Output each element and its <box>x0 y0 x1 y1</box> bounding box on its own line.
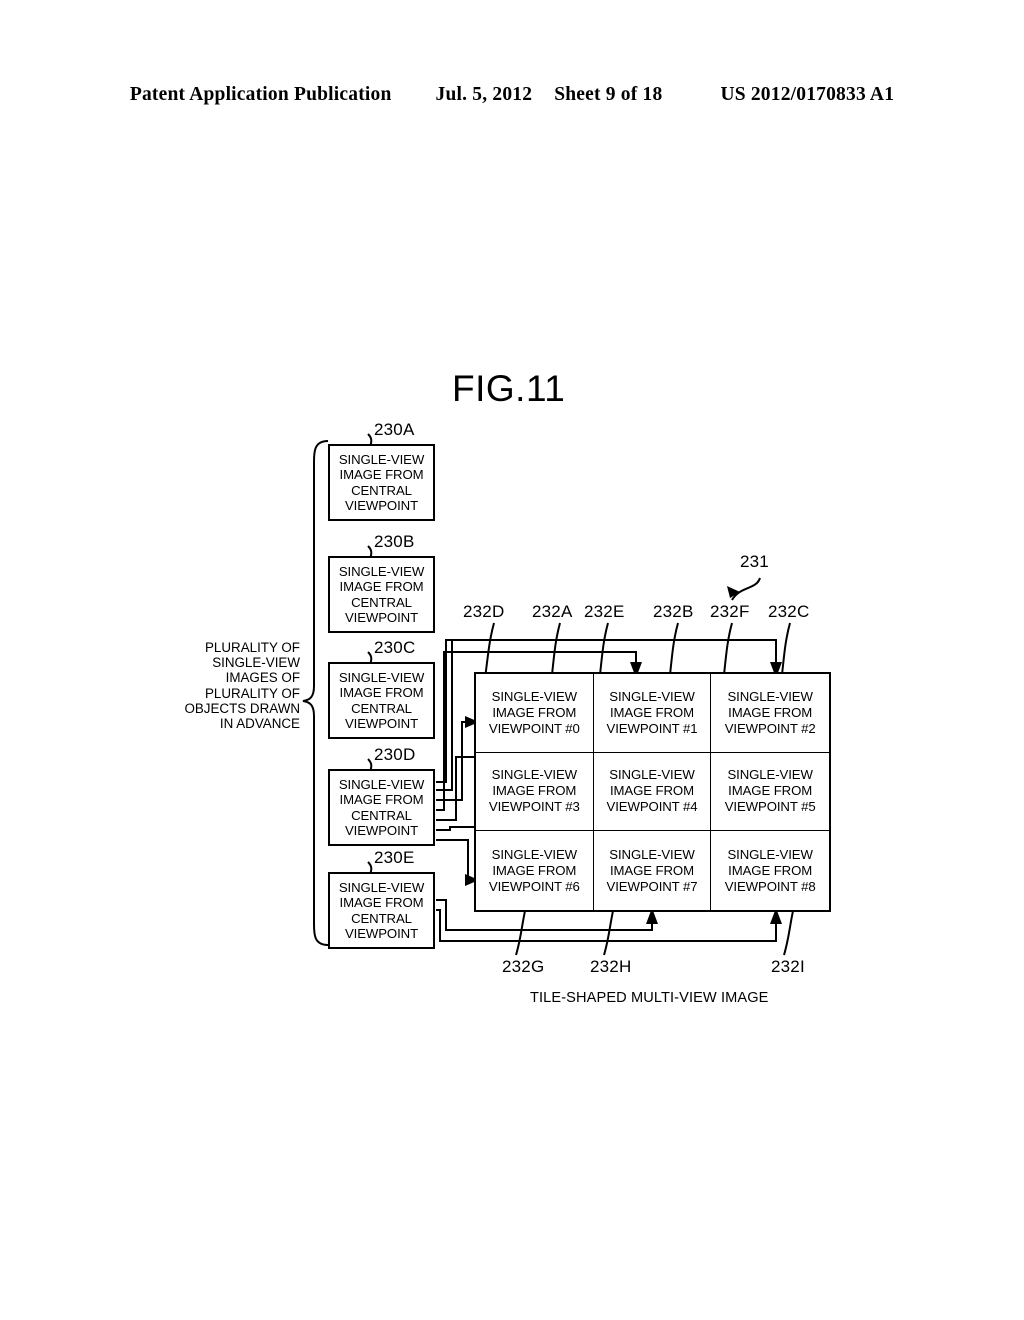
source-box-230C-line-4: VIEWPOINT <box>344 716 419 731</box>
tile-cell-5-line-3: VIEWPOINT #5 <box>724 799 816 815</box>
refnum-232B: 232B <box>653 602 694 621</box>
bracket-caption-line-5: OBJECTS DRAWN <box>184 700 300 716</box>
wire-232G <box>436 839 474 881</box>
tile-cell-5-line-1: SINGLE-VIEW <box>727 767 813 783</box>
tile-cell-1-line-1: SINGLE-VIEW <box>609 688 695 704</box>
refnum-231: 231 <box>740 552 769 571</box>
refnum-230C: 230C <box>374 638 416 657</box>
source-box-230D-line-3: CENTRAL <box>351 807 412 823</box>
source-box-230B[interactable]: SINGLE-VIEW IMAGE FROM CENTRAL VIEWPOINT <box>328 556 435 633</box>
figure-title: FIG.11 <box>452 368 566 409</box>
leader-231 <box>731 577 761 601</box>
bracket-caption-line-6: IN ADVANCE <box>219 716 300 732</box>
plurality-brace <box>302 440 329 946</box>
refnum-232E: 232E <box>584 602 625 621</box>
source-box-230C[interactable]: SINGLE-VIEW IMAGE FROM CENTRAL VIEWPOINT <box>328 662 435 739</box>
tile-cell-8-line-3: VIEWPOINT #8 <box>724 878 816 894</box>
tile-cell-viewpoint-7[interactable]: SINGLE-VIEW IMAGE FROM VIEWPOINT #7 <box>594 831 712 910</box>
tile-cell-6-line-3: VIEWPOINT #6 <box>488 878 580 894</box>
tile-cell-viewpoint-0[interactable]: SINGLE-VIEW IMAGE FROM VIEWPOINT #0 <box>476 674 594 753</box>
tile-cell-1-line-3: VIEWPOINT #1 <box>606 720 698 736</box>
source-box-230E-line-1: SINGLE-VIEW <box>338 879 425 895</box>
publication-date: Jul. 5, 2012 <box>435 84 533 105</box>
tile-cell-2-line-2: IMAGE FROM <box>728 704 813 720</box>
refnum-232H: 232H <box>590 957 632 976</box>
source-box-230B-line-2: IMAGE FROM <box>339 579 424 594</box>
tile-cell-3-line-2: IMAGE FROM <box>492 783 577 799</box>
refnum-232D: 232D <box>463 602 505 621</box>
tile-cell-viewpoint-1[interactable]: SINGLE-VIEW IMAGE FROM VIEWPOINT #1 <box>593 674 712 753</box>
refnum-230D: 230D <box>374 745 416 764</box>
tile-cell-4-line-1: SINGLE-VIEW <box>609 767 695 783</box>
refnum-232F: 232F <box>710 602 750 621</box>
tile-cell-6-line-2: IMAGE FROM <box>492 862 577 878</box>
tile-cell-viewpoint-5[interactable]: SINGLE-VIEW IMAGE FROM VIEWPOINT #5 <box>711 753 829 832</box>
bracket-caption-line-1: PLURALITY OF <box>204 640 300 655</box>
source-box-230E-line-3: CENTRAL <box>351 910 412 926</box>
source-box-230D-line-2: IMAGE FROM <box>339 792 424 807</box>
tile-cell-viewpoint-6[interactable]: SINGLE-VIEW IMAGE FROM VIEWPOINT #6 <box>476 831 594 910</box>
source-box-230C-line-3: CENTRAL <box>351 700 412 716</box>
source-box-230D[interactable]: SINGLE-VIEW IMAGE FROM CENTRAL VIEWPOINT <box>328 769 435 846</box>
source-box-230E-line-2: IMAGE FROM <box>339 895 424 910</box>
bracket-caption-line-2: SINGLE-VIEW <box>212 655 300 671</box>
tile-cell-2-line-1: SINGLE-VIEW <box>727 688 813 704</box>
bracket-caption-line-3: IMAGES OF <box>225 670 300 686</box>
tile-cell-6-line-1: SINGLE-VIEW <box>491 846 578 862</box>
refnum-232C: 232C <box>768 602 810 621</box>
sheet-number: Sheet 9 of 18 <box>554 84 663 105</box>
source-box-230D-line-4: VIEWPOINT <box>344 823 419 838</box>
tile-cell-1-line-2: IMAGE FROM <box>609 704 694 720</box>
arrow-231 <box>727 586 740 598</box>
refnum-230B: 230B <box>374 532 415 551</box>
source-box-230C-line-2: IMAGE FROM <box>339 685 424 700</box>
tile-cell-0-line-3: VIEWPOINT #0 <box>488 720 580 736</box>
refnum-230A: 230A <box>374 420 415 439</box>
tile-image-caption: TILE-SHAPED MULTI-VIEW IMAGE <box>530 990 769 1006</box>
tile-cell-2-line-3: VIEWPOINT #2 <box>724 720 816 736</box>
bracket-caption-line-4: PLURALITY OF <box>204 685 300 701</box>
tile-cell-3-line-3: VIEWPOINT #3 <box>488 799 580 815</box>
tile-cell-5-line-2: IMAGE FROM <box>728 783 813 799</box>
tile-cell-viewpoint-4[interactable]: SINGLE-VIEW IMAGE FROM VIEWPOINT #4 <box>593 752 712 832</box>
tile-cell-4-line-2: IMAGE FROM <box>609 783 694 799</box>
wire-232A <box>436 721 474 801</box>
tile-cell-0-line-1: SINGLE-VIEW <box>491 688 578 704</box>
tile-cell-3-line-1: SINGLE-VIEW <box>491 767 578 783</box>
refnum-230E: 230E <box>374 848 415 867</box>
tile-cell-4-line-3: VIEWPOINT #4 <box>606 799 698 815</box>
tile-cell-7-line-2: IMAGE FROM <box>609 862 694 878</box>
tile-cell-viewpoint-2[interactable]: SINGLE-VIEW IMAGE FROM VIEWPOINT #2 <box>711 674 829 753</box>
tile-cell-8-line-1: SINGLE-VIEW <box>727 846 813 862</box>
source-box-230B-line-4: VIEWPOINT <box>344 610 419 625</box>
tile-cell-viewpoint-3[interactable]: SINGLE-VIEW IMAGE FROM VIEWPOINT #3 <box>476 752 594 832</box>
source-box-230D-line-1: SINGLE-VIEW <box>338 776 425 792</box>
source-box-230A-line-2: IMAGE FROM <box>339 467 424 482</box>
tile-cell-8-line-2: IMAGE FROM <box>728 862 813 878</box>
patent-header: Patent Application Publication Jul. 5, 2… <box>0 84 1024 106</box>
tile-cell-viewpoint-8[interactable]: SINGLE-VIEW IMAGE FROM VIEWPOINT #8 <box>711 831 829 910</box>
source-box-230B-line-1: SINGLE-VIEW <box>338 563 425 579</box>
tile-cell-7-line-1: SINGLE-VIEW <box>609 846 695 862</box>
source-box-230A[interactable]: SINGLE-VIEW IMAGE FROM CENTRAL VIEWPOINT <box>328 444 435 521</box>
source-box-230A-line-1: SINGLE-VIEW <box>338 451 425 467</box>
tile-shaped-multi-view-image[interactable]: SINGLE-VIEW IMAGE FROM VIEWPOINT #0 SING… <box>474 672 831 912</box>
plurality-bracket-caption: PLURALITY OF SINGLE-VIEW IMAGES OF PLURA… <box>178 640 300 731</box>
figure-vector-layer <box>302 433 797 956</box>
refnum-232G: 232G <box>502 957 545 976</box>
tile-cell-0-line-2: IMAGE FROM <box>492 704 577 720</box>
source-box-230A-line-4: VIEWPOINT <box>344 498 419 513</box>
refnum-232I: 232I <box>771 957 805 976</box>
source-box-230E[interactable]: SINGLE-VIEW IMAGE FROM CENTRAL VIEWPOINT <box>328 872 435 949</box>
refnum-232A: 232A <box>532 602 573 621</box>
source-box-230E-line-4: VIEWPOINT <box>344 926 419 941</box>
source-box-230B-line-3: CENTRAL <box>351 594 412 610</box>
publication-label: Patent Application Publication <box>129 84 392 105</box>
tile-cell-7-line-3: VIEWPOINT #7 <box>606 878 698 894</box>
patent-number: US 2012/0170833 A1 <box>720 84 895 105</box>
source-box-230C-line-1: SINGLE-VIEW <box>338 669 425 685</box>
source-box-230A-line-3: CENTRAL <box>351 482 412 498</box>
wire-232I <box>436 909 777 942</box>
